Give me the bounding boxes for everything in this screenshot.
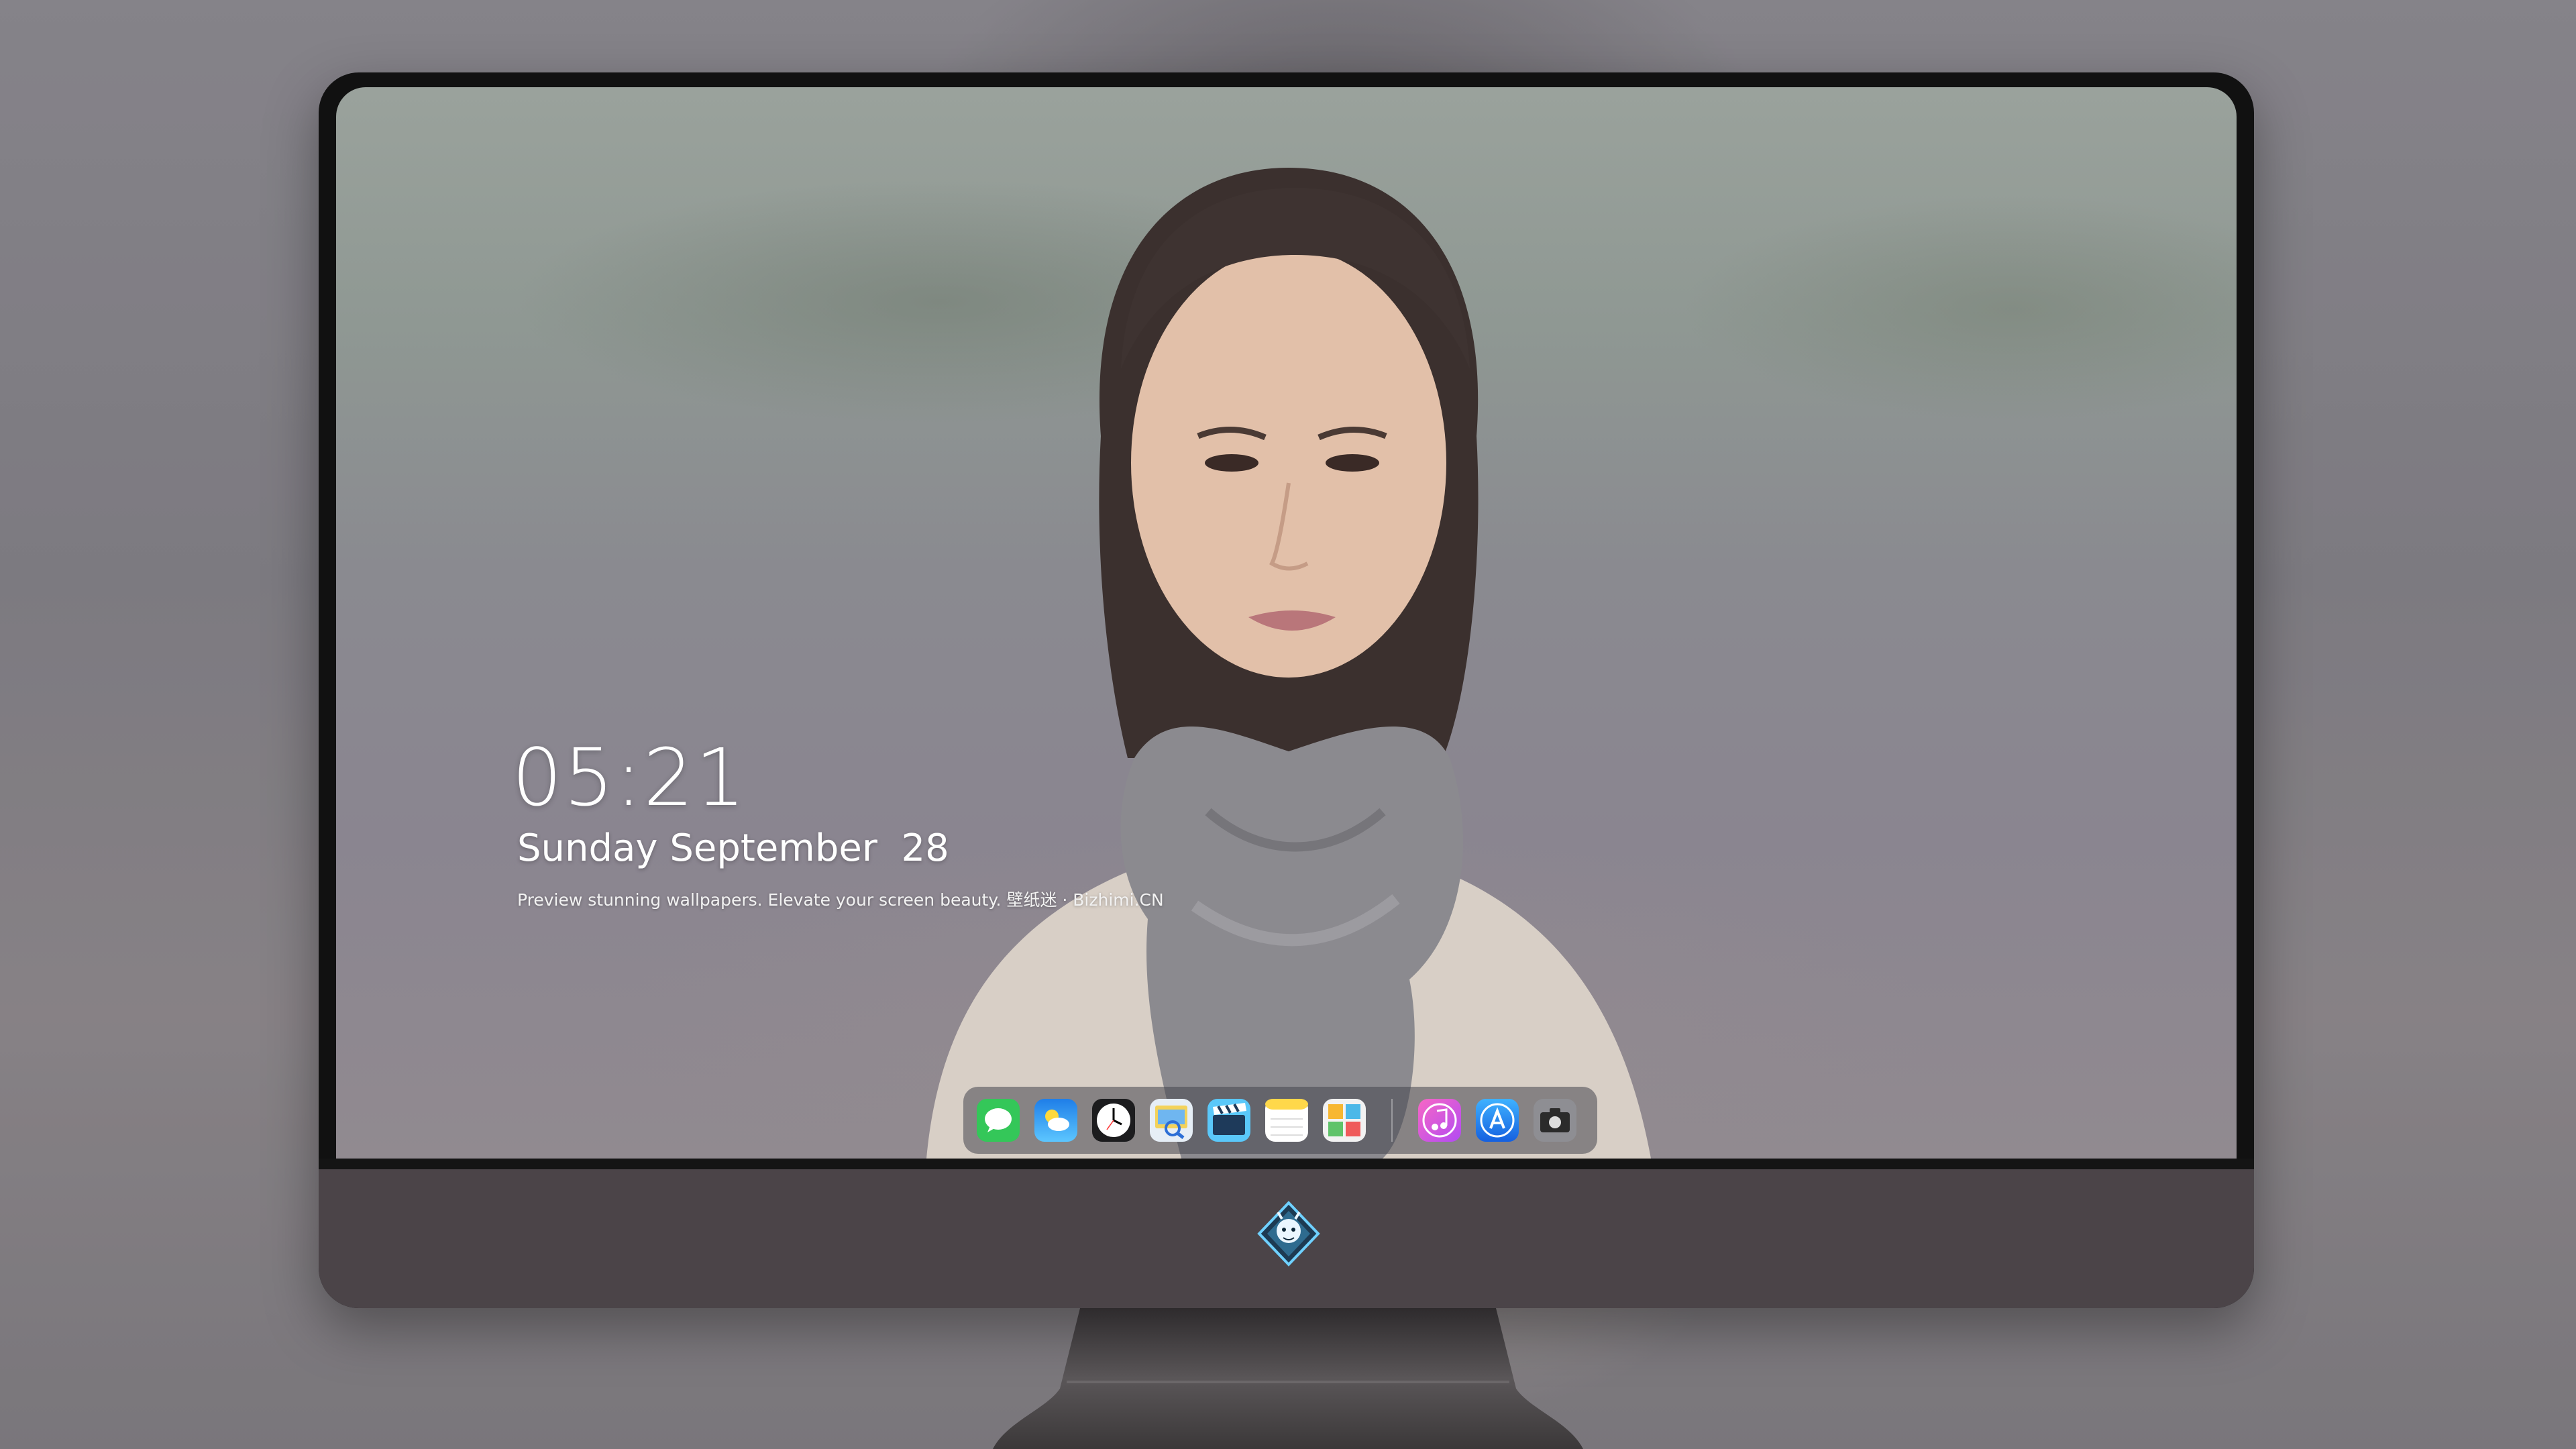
preview-icon[interactable]: [1150, 1099, 1193, 1142]
lock-date: Sunday September 28: [517, 826, 949, 870]
weather-icon[interactable]: [1034, 1099, 1077, 1142]
monitor: 05:21 Sunday September 28 Preview stunni…: [319, 72, 2254, 1308]
calendar-icon[interactable]: [1323, 1099, 1366, 1142]
wallpaper-tagline: Preview stunning wallpapers. Elevate you…: [517, 890, 1164, 910]
notes-icon[interactable]: [1265, 1099, 1308, 1142]
app-store-icon[interactable]: [1476, 1099, 1519, 1142]
clock-icon[interactable]: [1092, 1099, 1135, 1142]
dock: [963, 1087, 1597, 1154]
monitor-chin: [319, 1159, 2254, 1308]
dock-separator: [1391, 1099, 1393, 1142]
wallpaper-portrait: [926, 168, 1651, 1159]
lock-clock: 05:21: [512, 731, 747, 824]
music-icon[interactable]: [1418, 1099, 1461, 1142]
messages-icon[interactable]: [977, 1099, 1020, 1142]
lock-screen: 05:21 Sunday September 28 Preview stunni…: [336, 87, 2237, 1159]
dragon-mascot-logo-icon: [1257, 1201, 1320, 1267]
monitor-stand: [993, 1308, 1583, 1449]
clips-icon[interactable]: [1208, 1099, 1250, 1142]
camera-icon[interactable]: [1534, 1099, 1576, 1142]
